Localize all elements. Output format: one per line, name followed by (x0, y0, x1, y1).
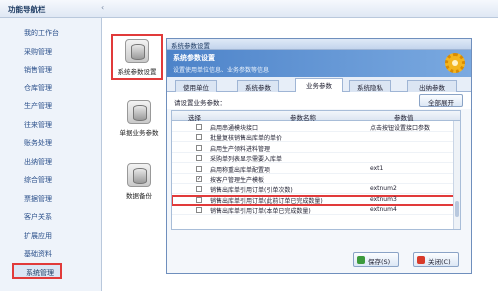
data-backup-button[interactable]: 数据备份 (113, 163, 165, 200)
sidebar-item-finance[interactable]: 账务处理 (24, 138, 52, 148)
tab-system-params[interactable]: 系统参数 (237, 80, 279, 92)
expand-all-label: 全部展开 (428, 99, 454, 107)
banner-title: 系统参数设置 (173, 54, 215, 62)
row-checkbox[interactable]: ✓ (196, 176, 202, 182)
table-row[interactable]: 销售出库单引用订单(本单已完成数量) extnum4 (172, 206, 454, 216)
sidebar-item-bills[interactable]: 票据管理 (24, 194, 52, 204)
row-name: 批量复核销售出库单的单价 (210, 135, 283, 143)
nav-header: 功能导航栏 ‹ (0, 0, 498, 18)
function-icon-column: 系统参数设置 单据业务参数 数据备份 (102, 18, 164, 291)
sidebar-item-sales[interactable]: 销售管理 (24, 65, 52, 75)
tab-business-params[interactable]: 业务参数 (295, 78, 343, 92)
table-scrollbar[interactable] (453, 121, 460, 229)
row-value[interactable]: ext1 (370, 165, 383, 172)
close-label: 关闭(C) (428, 258, 451, 266)
save-button[interactable]: 保存(S) (353, 252, 399, 267)
row-name: 销售出库单引用订单(本单已完成数量) (210, 208, 311, 216)
sidebar-item-basic-data[interactable]: 基础资料 (24, 249, 52, 259)
close-button[interactable]: 关闭(C) (413, 252, 459, 267)
table-row[interactable]: 销售出库单引用订单(引单次数) extnum2 (172, 185, 454, 195)
table-row[interactable]: 批量复核销售出库单的单价 (172, 133, 454, 143)
tab-bar: 使用单位 系统参数 业务参数 系统隐私 出纳参数 (167, 77, 471, 92)
row-name: 启用生产领料进料管理 (210, 145, 271, 153)
row-value[interactable]: extnum4 (370, 206, 397, 213)
row-checkbox[interactable] (196, 196, 202, 203)
database-settings-icon (125, 39, 149, 63)
row-name: 启用称重出库单配置项 (210, 166, 271, 174)
row-checkbox[interactable] (196, 165, 202, 172)
sidebar-item-general[interactable]: 综合管理 (24, 175, 52, 185)
sidebar-item-crm[interactable]: 客户关系 (24, 212, 52, 222)
row-name: 采购单列表显示需要入库单 (210, 156, 283, 164)
sidebar-item-workbench[interactable]: 我的工作台 (24, 28, 59, 38)
system-params-dialog: 系统参数设置 系统参数设置 设置使用单位信息、业务参数等信息 使用单位 系统参数… (166, 38, 472, 274)
document-settings-icon (127, 100, 151, 124)
system-params-label: 系统参数设置 (117, 68, 157, 76)
table-row[interactable]: ✓ 按客户管理生产模板 (172, 175, 454, 184)
row-checkbox[interactable] (196, 155, 202, 162)
row-name: 按客户管理生产模板 (210, 177, 265, 184)
gear-icon (445, 53, 465, 73)
row-name: 销售出库单引用订单(此前订单已完成数量) (210, 197, 323, 205)
table-row[interactable]: 启用称重出库单配置项 ext1 (172, 165, 454, 174)
row-value[interactable]: extnum2 (370, 185, 397, 192)
tab-company[interactable]: 使用单位 (175, 80, 217, 92)
sidebar-item-system[interactable]: 系统管理 (12, 263, 62, 279)
save-label: 保存(S) (368, 258, 391, 266)
params-hint: 请设置业务参数： (174, 99, 226, 107)
tab-system-privacy[interactable]: 系统隐私 (349, 80, 391, 92)
dialog-title: 系统参数设置 (167, 39, 471, 50)
nav-header-title: 功能导航栏 (8, 5, 46, 14)
document-params-button[interactable]: 单据业务参数 (113, 100, 165, 137)
document-params-label: 单据业务参数 (119, 129, 159, 137)
row-name: 销售出库单引用订单(引单次数) (210, 187, 293, 195)
collapse-grip-icon[interactable]: ‹ (101, 3, 111, 15)
sidebar-item-accounts[interactable]: 往来管理 (24, 120, 52, 130)
row-checkbox[interactable] (196, 134, 202, 141)
expand-all-button[interactable]: 全部展开 (419, 94, 463, 107)
save-icon (357, 256, 365, 264)
params-toolbar: 请设置业务参数： 全部展开 (167, 92, 471, 109)
sidebar-item-production[interactable]: 生产管理 (24, 101, 52, 111)
row-checkbox[interactable] (196, 207, 202, 214)
table-row[interactable]: 销售出库单引用订单(此前订单已完成数量) extnum3 (172, 194, 455, 206)
table-row[interactable]: 启用串通模块接口 点击按钮设置接口参数 (172, 123, 454, 132)
banner-subtitle: 设置使用单位信息、业务参数等信息 (173, 67, 270, 74)
row-value[interactable]: 点击按钮设置接口参数 (370, 123, 430, 132)
col-name-header: 参数名称 (290, 114, 316, 122)
table-row[interactable]: 启用生产领料进料管理 (172, 144, 454, 153)
close-icon (417, 256, 425, 264)
tab-cashier-params[interactable]: 出纳参数 (407, 80, 457, 92)
row-checkbox[interactable] (196, 144, 202, 151)
row-name: 启用串通模块接口 (210, 125, 259, 132)
row-checkbox[interactable] (196, 186, 202, 193)
row-value[interactable]: extnum3 (370, 196, 397, 203)
params-table: 选择 参数名称 参数值 启用串通模块接口 点击按钮设置接口参数批量复核销售出库单的… (171, 110, 461, 230)
col-value-header: 参数值 (394, 114, 414, 122)
sidebar-item-extensions[interactable]: 扩展应用 (24, 231, 52, 241)
dialog-banner: 系统参数设置 设置使用单位信息、业务参数等信息 (167, 50, 471, 77)
table-row[interactable]: 采购单列表显示需要入库单 (172, 154, 454, 164)
database-backup-icon (127, 163, 151, 187)
scrollbar-thumb[interactable] (455, 201, 459, 217)
row-checkbox[interactable] (196, 124, 202, 130)
sidebar-item-cashier[interactable]: 出纳管理 (24, 157, 52, 167)
data-backup-label: 数据备份 (126, 192, 152, 200)
sidebar: 我的工作台 采购管理 销售管理 仓库管理 生产管理 往来管理 账务处理 出纳管理… (0, 18, 102, 291)
col-select-header: 选择 (188, 114, 201, 122)
table-header: 选择 参数名称 参数值 (172, 111, 460, 122)
sidebar-item-warehouse[interactable]: 仓库管理 (24, 83, 52, 93)
system-params-button[interactable]: 系统参数设置 (111, 34, 163, 80)
sidebar-item-purchase[interactable]: 采购管理 (24, 47, 52, 57)
